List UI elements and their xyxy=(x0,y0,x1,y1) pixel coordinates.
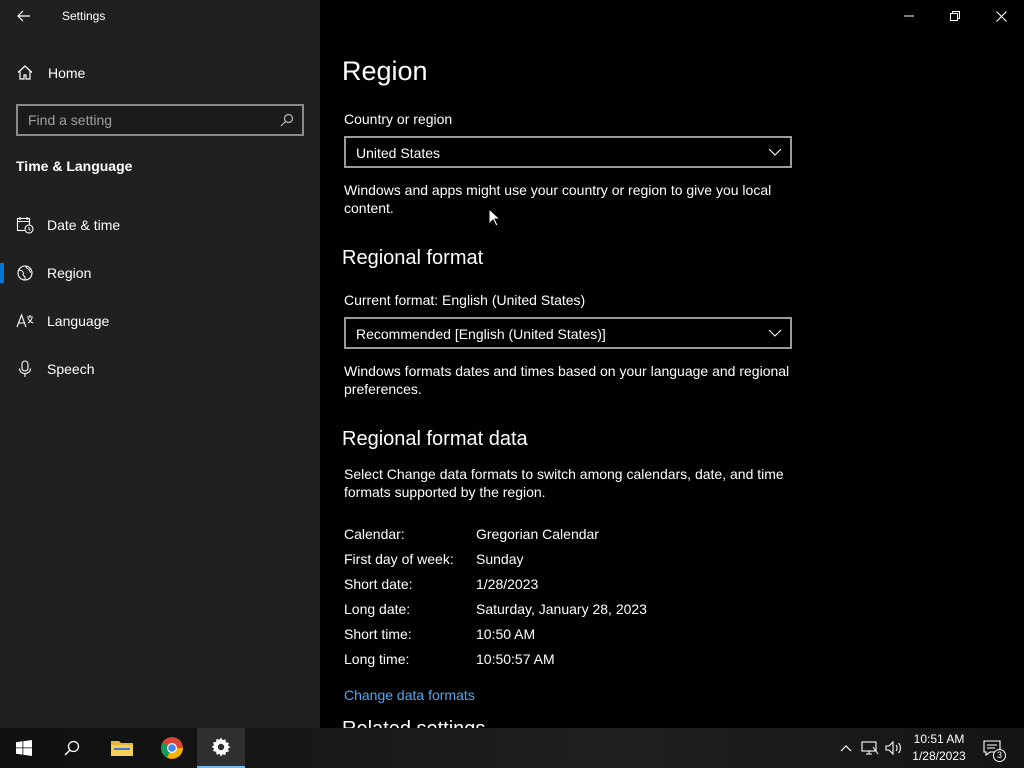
data-value: 10:50:57 AM xyxy=(476,651,555,667)
data-row-long-time: Long time: 10:50:57 AM xyxy=(344,651,744,676)
close-button[interactable] xyxy=(978,0,1024,32)
data-key: Short time: xyxy=(344,626,412,642)
country-value: United States xyxy=(356,145,441,161)
current-format-label: Current format: English (United States) xyxy=(344,292,586,308)
data-value: 10:50 AM xyxy=(476,626,536,642)
data-row-long-date: Long date: Saturday, January 28, 2023 xyxy=(344,601,744,626)
network-button[interactable] xyxy=(860,738,880,758)
data-value: 1/28/2023 xyxy=(476,576,539,592)
data-key: Short date: xyxy=(344,576,413,592)
notification-count-badge: 3 xyxy=(993,749,1006,762)
data-row-short-time: Short time: 10:50 AM xyxy=(344,626,744,651)
titlebar-left: Settings xyxy=(0,0,320,32)
sidebar-item-label: Date & time xyxy=(47,217,121,233)
clock-time: 10:51 AM xyxy=(913,732,965,746)
app-title: Settings xyxy=(62,9,106,23)
chevron-down-icon xyxy=(768,329,782,337)
regional-format-value: Recommended [English (United States)] xyxy=(356,326,606,342)
mouse-pointer-icon xyxy=(488,208,502,227)
restore-icon xyxy=(950,11,960,21)
section-title: Time & Language xyxy=(16,158,133,174)
network-icon xyxy=(861,741,879,755)
country-description: Windows and apps might use your country … xyxy=(344,182,772,216)
regional-format-description: Windows formats dates and times based on… xyxy=(344,363,790,397)
search-taskbar-button[interactable] xyxy=(48,728,96,768)
main-content: Region Country or region United States W… xyxy=(320,0,1024,728)
sidebar-item-label: Language xyxy=(47,313,110,329)
format-data-heading: Regional format data xyxy=(342,428,528,450)
data-value: Gregorian Calendar xyxy=(476,526,599,542)
chevron-up-icon xyxy=(840,745,852,752)
country-label: Country or region xyxy=(344,111,453,127)
data-row-first-day: First day of week: Sunday xyxy=(344,551,744,576)
globe-icon xyxy=(17,265,33,281)
start-button[interactable] xyxy=(0,728,48,768)
data-key: Calendar: xyxy=(344,526,405,542)
show-hidden-icons-button[interactable] xyxy=(836,738,856,758)
sidebar-item-date-time[interactable]: Date & time xyxy=(0,205,320,245)
minimize-button[interactable] xyxy=(886,0,932,32)
change-data-formats-link[interactable]: Change data formats xyxy=(344,687,475,703)
data-key: Long time: xyxy=(344,651,410,667)
taskbar-clock[interactable]: 10:51 AM 1/28/2023 xyxy=(906,731,972,765)
data-value: Saturday, January 28, 2023 xyxy=(476,601,647,617)
data-row-short-date: Short date: 1/28/2023 xyxy=(344,576,744,601)
gear-icon xyxy=(211,737,231,757)
data-key: First day of week: xyxy=(344,551,454,567)
microphone-icon xyxy=(18,360,32,377)
nav-home[interactable]: Home xyxy=(0,56,320,90)
country-dropdown[interactable]: United States xyxy=(344,136,792,168)
sidebar-item-speech[interactable]: Speech xyxy=(0,349,320,389)
regional-format-dropdown[interactable]: Recommended [English (United States)] xyxy=(344,317,792,349)
selected-indicator xyxy=(0,263,4,283)
back-button[interactable] xyxy=(8,0,40,32)
minimize-icon xyxy=(904,15,914,17)
close-icon xyxy=(995,10,1007,22)
chrome-icon xyxy=(161,737,183,759)
calendar-clock-icon xyxy=(16,217,34,234)
file-explorer-button[interactable] xyxy=(98,728,146,768)
back-arrow-icon xyxy=(17,10,30,22)
sidebar: Settings Home Find a setting Time & Lang… xyxy=(0,0,320,728)
speaker-icon xyxy=(885,740,901,756)
restore-button[interactable] xyxy=(932,0,978,32)
regional-format-heading: Regional format xyxy=(342,247,484,269)
taskbar: 10:51 AM 1/28/2023 3 xyxy=(0,728,1024,768)
sidebar-item-label: Region xyxy=(47,265,92,281)
volume-button[interactable] xyxy=(884,738,904,758)
sidebar-item-region[interactable]: Region xyxy=(0,253,320,293)
clock-date: 1/28/2023 xyxy=(912,749,966,763)
language-icon xyxy=(16,313,34,328)
sidebar-item-language[interactable]: Language xyxy=(0,301,320,341)
related-settings-heading: Related settings xyxy=(342,718,485,728)
format-data-description: Select Change data formats to switch amo… xyxy=(344,466,784,500)
search-placeholder: Find a setting xyxy=(28,112,113,128)
data-key: Long date: xyxy=(344,601,411,617)
chevron-down-icon xyxy=(768,148,782,156)
search-icon xyxy=(64,740,80,756)
data-row-calendar: Calendar: Gregorian Calendar xyxy=(344,526,744,551)
search-icon[interactable] xyxy=(280,113,294,127)
home-icon xyxy=(17,65,33,80)
sidebar-item-label: Speech xyxy=(47,361,95,377)
windows-logo-icon xyxy=(16,740,32,756)
search-input[interactable]: Find a setting xyxy=(16,104,304,136)
folder-icon xyxy=(111,741,133,756)
data-value: Sunday xyxy=(476,551,524,567)
home-label: Home xyxy=(48,65,86,81)
chrome-button[interactable] xyxy=(148,728,196,768)
page-title: Region xyxy=(342,56,428,86)
settings-taskbar-button[interactable] xyxy=(197,728,245,768)
